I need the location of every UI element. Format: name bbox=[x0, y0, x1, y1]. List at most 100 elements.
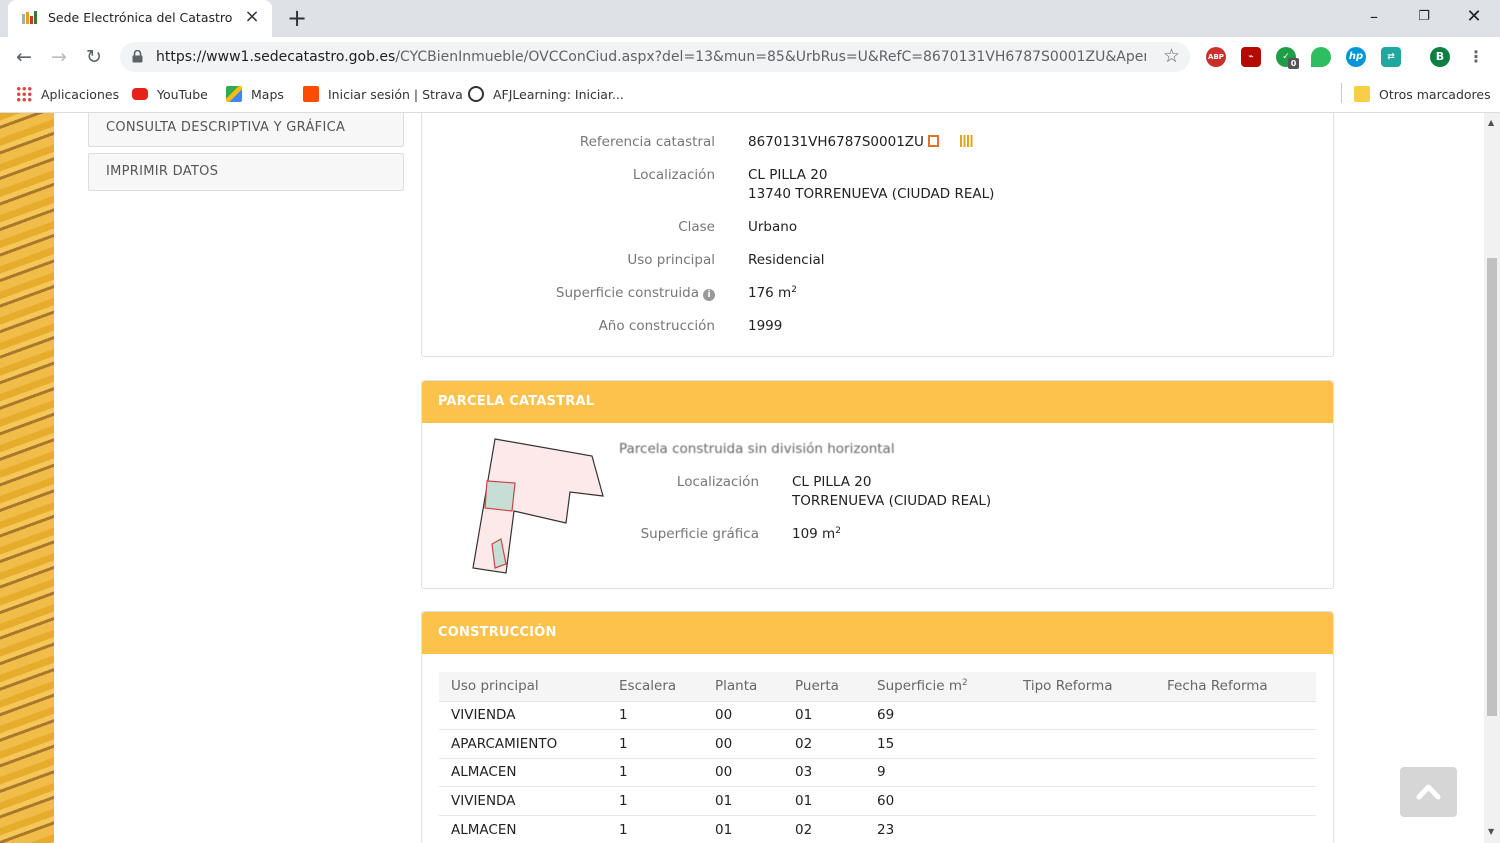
catastro-favicon-icon bbox=[22, 11, 37, 24]
cell-planta: 00 bbox=[703, 729, 783, 759]
cell-planta: 01 bbox=[703, 786, 783, 816]
ano-construccion-value: 1999 bbox=[748, 318, 783, 334]
chevron-up-icon bbox=[1416, 784, 1441, 800]
superscript: 2 bbox=[791, 285, 797, 295]
strava-icon bbox=[303, 86, 319, 102]
back-button[interactable]: ← bbox=[11, 44, 37, 70]
sync-icon[interactable]: ⇄ bbox=[1381, 47, 1401, 67]
restore-button[interactable]: ❐ bbox=[1401, 4, 1447, 30]
cell-puerta: 01 bbox=[783, 701, 865, 731]
consulta-descriptiva-button[interactable]: CONSULTA DESCRIPTIVA Y GRÁFICA bbox=[88, 113, 404, 147]
cell-uso: ALMACEN bbox=[439, 758, 607, 788]
cell-fecha-reforma bbox=[1155, 815, 1316, 843]
close-window-button[interactable]: ✕ bbox=[1451, 4, 1497, 30]
bookmark-afjlearning[interactable]: AFJLearning: Iniciar... bbox=[468, 84, 624, 106]
superficie-construida-text: Superficie construida bbox=[555, 285, 699, 301]
tab-strip: Sede Electrónica del Catastro × + – ❐ ✕ bbox=[0, 0, 1500, 37]
barcode-icon[interactable] bbox=[959, 135, 974, 147]
profile-avatar[interactable]: B bbox=[1430, 47, 1450, 67]
copy-icon[interactable] bbox=[928, 135, 940, 147]
cell-superficie: 69 bbox=[865, 701, 1011, 731]
cell-planta: 01 bbox=[703, 815, 783, 843]
url-path: /CYCBienInmueble/OVCConCiud.aspx?del=13&… bbox=[395, 49, 1146, 65]
clase-value: Urbano bbox=[748, 219, 798, 235]
bookmarks-separator bbox=[1341, 83, 1342, 103]
menu-icon[interactable]: ⋮ bbox=[1466, 47, 1486, 67]
cell-tipo-reforma bbox=[1011, 758, 1155, 788]
table-row: VIVIENDA 1 00 01 69 bbox=[439, 701, 1316, 731]
cell-escalera: 1 bbox=[607, 786, 703, 816]
cell-superficie: 60 bbox=[865, 786, 1011, 816]
cell-planta: 00 bbox=[703, 758, 783, 788]
bookmarks-bar: Aplicaciones YouTube Maps Iniciar sesión… bbox=[0, 77, 1500, 113]
col-superficie: Superficie m2 bbox=[865, 672, 1011, 702]
table-header-row: Uso principal Escalera Planta Puerta Sup… bbox=[439, 672, 1316, 702]
cell-escalera: 1 bbox=[607, 758, 703, 788]
imprimir-datos-button[interactable]: IMPRIMIR DATOS bbox=[88, 153, 404, 191]
superscript: 2 bbox=[961, 678, 968, 689]
parcela-localizacion-label: Localización bbox=[676, 474, 759, 490]
uso-principal-label: Uso principal bbox=[627, 252, 715, 268]
adobe-pdf-icon[interactable]: ⌁ bbox=[1241, 47, 1261, 67]
scroll-down-arrow-icon[interactable]: ▼ bbox=[1488, 827, 1494, 836]
localizacion-line1: CL PILLA 20 bbox=[748, 167, 828, 183]
forward-button[interactable]: → bbox=[46, 44, 72, 70]
col-escalera: Escalera bbox=[607, 672, 703, 702]
cell-uso: VIVIENDA bbox=[439, 701, 607, 731]
bookmark-strava[interactable]: Iniciar sesión | Strava bbox=[303, 84, 463, 106]
page-viewport: CONSULTA DESCRIPTIVA Y GRÁFICA IMPRIMIR … bbox=[0, 113, 1484, 843]
parcela-map[interactable] bbox=[468, 436, 608, 576]
ano-construccion-label: Año construcción bbox=[598, 318, 715, 334]
evernote-icon[interactable] bbox=[1311, 47, 1331, 67]
cell-fecha-reforma bbox=[1155, 701, 1316, 731]
hp-icon[interactable]: hp bbox=[1346, 47, 1366, 67]
cell-puerta: 03 bbox=[783, 758, 865, 788]
parcela-subtitle: Parcela construida sin división horizont… bbox=[619, 441, 895, 457]
extension-badge: 0 bbox=[1288, 58, 1299, 69]
localizacion-label: Localización bbox=[632, 167, 715, 183]
col-tipo-reforma: Tipo Reforma bbox=[1011, 672, 1155, 702]
bookmark-youtube[interactable]: YouTube bbox=[132, 84, 208, 106]
bookmark-label: Otros marcadores bbox=[1379, 87, 1491, 102]
cell-superficie: 23 bbox=[865, 815, 1011, 843]
cell-uso: APARCAMIENTO bbox=[439, 729, 607, 759]
bookmark-apps[interactable]: Aplicaciones bbox=[16, 84, 119, 106]
cell-fecha-reforma bbox=[1155, 758, 1316, 788]
parcela-panel: PARCELA CATASTRAL Parcela construida sin… bbox=[421, 380, 1334, 589]
maps-icon bbox=[226, 86, 242, 102]
browser-tab[interactable]: Sede Electrónica del Catastro × bbox=[8, 0, 272, 37]
bookmark-label: Aplicaciones bbox=[41, 87, 120, 102]
apps-grid-icon bbox=[16, 86, 32, 102]
col-planta: Planta bbox=[703, 672, 783, 702]
parcela-localizacion-line2: TORRENUEVA (CIUDAD REAL) bbox=[792, 493, 992, 509]
url-text: https://www1.sedecatastro.gob.es/CYCBien… bbox=[156, 49, 1146, 65]
col-puerta: Puerta bbox=[783, 672, 865, 702]
construccion-panel: CONSTRUCCIÓN Uso principal Escalera Plan… bbox=[421, 611, 1334, 843]
superficie-grafica-number: 109 m bbox=[792, 526, 836, 542]
superficie-grafica-label: Superficie gráfica bbox=[640, 526, 759, 542]
col-superficie-text: Superficie m bbox=[877, 678, 962, 695]
reload-button[interactable]: ↻ bbox=[81, 44, 107, 70]
superficie-construida-label: Superficie construida i bbox=[482, 285, 715, 301]
minimize-button[interactable]: – bbox=[1351, 4, 1397, 30]
adblock-plus-icon[interactable]: ABP bbox=[1206, 47, 1226, 67]
parcela-localizacion-line1: CL PILLA 20 bbox=[792, 474, 872, 490]
new-tab-button[interactable]: + bbox=[284, 5, 310, 31]
construccion-header: CONSTRUCCIÓN bbox=[422, 612, 1333, 654]
superficie-construida-number: 176 m bbox=[748, 285, 792, 301]
bookmark-maps[interactable]: Maps bbox=[226, 84, 284, 106]
superficie-construida-value: 176 m2 bbox=[748, 285, 797, 301]
table-row: ALMACEN 1 00 03 9 bbox=[439, 758, 1316, 788]
back-to-top-button[interactable] bbox=[1400, 767, 1457, 817]
parcela-header: PARCELA CATASTRAL bbox=[422, 381, 1333, 423]
decorative-city-image bbox=[0, 113, 54, 843]
page-scrollbar[interactable]: ▲ ▼ bbox=[1484, 113, 1500, 843]
info-icon[interactable]: i bbox=[703, 289, 715, 301]
address-bar[interactable]: https://www1.sedecatastro.gob.es/CYCBien… bbox=[120, 42, 1190, 72]
scroll-up-arrow-icon[interactable]: ▲ bbox=[1488, 118, 1494, 127]
tab-close-icon[interactable]: × bbox=[242, 7, 262, 27]
afjlearning-icon bbox=[468, 86, 484, 102]
bookmark-star-icon[interactable]: ☆ bbox=[1163, 45, 1180, 67]
scrollbar-thumb[interactable] bbox=[1487, 258, 1497, 716]
bookmark-other[interactable]: Otros marcadores bbox=[1354, 84, 1491, 106]
